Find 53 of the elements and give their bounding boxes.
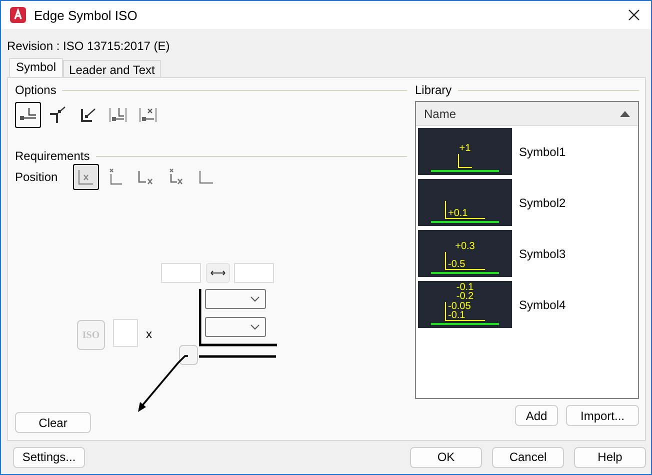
- edge-symbol-icon: [108, 105, 128, 125]
- leader-arrow: [137, 355, 189, 413]
- edge-symbol-icon: [48, 105, 68, 125]
- sort-icon: [620, 110, 630, 116]
- position-symbol-icon: [76, 167, 96, 187]
- preview-text: +0.1: [448, 209, 468, 218]
- revision-label: Revision : ISO 13715:2017 (E): [7, 39, 171, 54]
- group-label: Options: [15, 83, 56, 97]
- symbol-name[interactable]: Symbol1: [519, 144, 566, 158]
- dropdown[interactable]: [205, 317, 266, 337]
- chevron-down-icon: [250, 324, 260, 330]
- option-toggle[interactable]: [15, 102, 41, 128]
- symbol-name[interactable]: Symbol4: [519, 298, 566, 312]
- clear-button[interactable]: Clear: [15, 412, 91, 433]
- edge-symbol-icon: [138, 105, 158, 125]
- window-title: Edge Symbol ISO: [34, 8, 138, 22]
- input-field[interactable]: [161, 263, 201, 283]
- direction-button[interactable]: [206, 263, 230, 283]
- preview-text: -0.1: [456, 283, 474, 292]
- group-label: Requirements: [15, 149, 90, 163]
- chevron-down-icon: [250, 296, 260, 302]
- input-field[interactable]: [113, 319, 138, 347]
- dialog-button[interactable]: Cancel: [492, 446, 564, 468]
- leader-handle[interactable]: [179, 345, 198, 365]
- symbol-preview[interactable]: -0.1 -0.2 -0.05 -0.1: [418, 281, 512, 328]
- double-arrow-icon: [210, 270, 226, 276]
- dialog-button[interactable]: Help: [574, 446, 646, 468]
- dialog-button[interactable]: OK: [410, 446, 482, 468]
- symbol-name[interactable]: Symbol3: [519, 246, 566, 260]
- library-button[interactable]: Add: [515, 405, 558, 426]
- symbol-preview[interactable]: +1: [418, 128, 512, 175]
- preview-text: -0.2: [456, 292, 474, 301]
- symbol-preview[interactable]: +0.3 -0.5: [418, 230, 512, 277]
- preview-text: -0.5: [448, 260, 466, 269]
- input-field[interactable]: [234, 263, 274, 283]
- preview-text: +1: [459, 144, 471, 153]
- app-logo-icon: [10, 7, 26, 23]
- preview-text: +0.3: [455, 242, 475, 251]
- settings-button[interactable]: Settings...: [13, 446, 85, 468]
- tab[interactable]: Symbol: [9, 58, 64, 77]
- position-toggle[interactable]: [73, 164, 99, 190]
- preview-text: -0.05: [448, 302, 471, 311]
- column-header[interactable]: Name: [416, 102, 638, 126]
- symbol-name[interactable]: Symbol2: [519, 196, 566, 210]
- tab[interactable]: Leader and Text: [63, 60, 161, 77]
- symbol-preview[interactable]: +0.1: [418, 179, 512, 226]
- close-icon[interactable]: [628, 9, 640, 21]
- position-label: Position: [15, 170, 59, 184]
- group-label: Library: [415, 83, 452, 97]
- multiplier-label: x: [146, 327, 152, 341]
- library-button[interactable]: Import...: [566, 405, 639, 426]
- dropdown[interactable]: [205, 289, 266, 309]
- preview-text: -0.1: [448, 311, 466, 320]
